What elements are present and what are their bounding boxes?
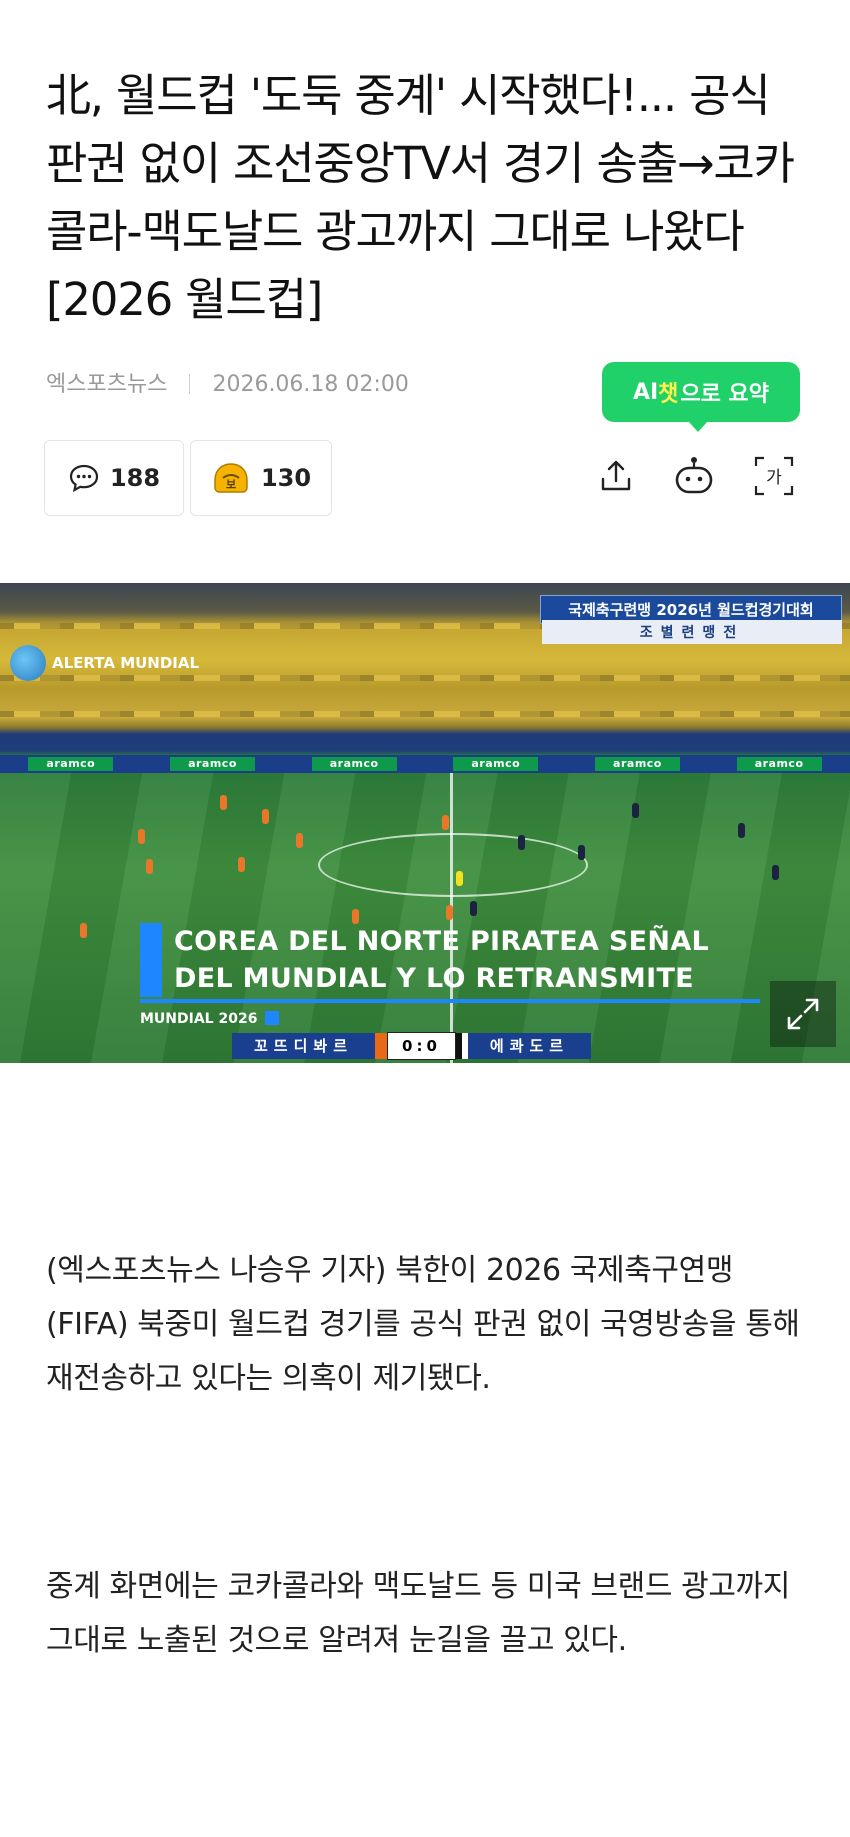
scoreboard: 꼬뜨디봐르 0:0 에콰도르 [232,1032,592,1060]
article-meta: 엑스포츠뉴스 2026.06.18 02:00 [46,366,409,398]
reaction-face-char: 보 [226,478,236,491]
font-size-icon: 가 [754,456,794,496]
share-button[interactable] [586,446,646,506]
article-paragraph: 중계 화면에는 코카콜라와 맥도날드 등 미국 브랜드 광고까지 그대로 노출된… [46,1569,790,1658]
home-flag-icon [375,1033,388,1059]
player [632,803,639,818]
channel-logo-text: ALERTA MUNDIAL [52,654,200,672]
pitch-stripes [0,773,850,1063]
ad-text: aramco [453,757,539,771]
player [738,823,745,838]
player [146,859,153,874]
player [138,829,145,844]
player [470,901,477,916]
player [352,909,359,924]
article-headline: 北, 월드컵 '도둑 중계' 시작했다!... 공식 판권 없이 조선중앙TV서… [46,69,795,326]
player [238,857,245,872]
player [518,835,525,850]
mundial-label-text: MUNDIAL 2026 [140,1011,258,1027]
expand-photo-button[interactable] [770,981,836,1047]
comments-button[interactable]: 188 [44,440,184,516]
expand-icon [787,998,819,1030]
comments-count: 188 [109,464,161,492]
ad-text: aramco [311,757,397,771]
reactions-button[interactable]: 보 130 [190,440,332,516]
share-icon [601,460,631,491]
mundial-square-icon [265,1011,280,1025]
score: 0:0 [387,1032,456,1060]
reaction-face-icon: 보 [214,463,248,493]
broadcast-caption: COREA DEL NORTE PIRATEA SEÑAL DEL MUNDIA… [140,923,794,997]
ad-board: aramco aramco aramco aramco aramco aramc… [0,755,850,773]
mundial-label: MUNDIAL 2026 [140,1011,280,1027]
font-size-button[interactable]: 가 [744,446,804,506]
ai-summary-chat: 챗 [658,382,679,407]
player [446,905,453,920]
reactions-count: 130 [260,464,312,492]
ai-bot-icon [675,457,713,494]
article-source[interactable]: 엑스포츠뉴스 [46,372,167,397]
player [772,865,779,880]
player [578,845,585,860]
player [296,833,303,848]
ai-bot-button[interactable] [664,446,724,506]
caption-rule [140,999,760,1003]
article-paragraph: (엑스포츠뉴스 나승우 기자) 북한이 2026 국제축구연맹(FIFA) 북중… [46,1253,800,1396]
player [262,809,269,824]
away-team: 에콰도르 [467,1033,592,1059]
pitch-center-circle [318,833,588,897]
comment-icon [69,464,99,493]
player [442,815,449,830]
stands-row [0,711,850,717]
away-flag-icon [455,1033,468,1059]
ad-text: aramco [595,757,680,771]
broadcast-banner-sub: 조별련맹전 [542,620,842,644]
player [456,871,463,886]
ai-summary-prefix: AI [632,379,659,405]
font-size-char: 가 [766,468,782,488]
article-datetime: 2026.06.18 02:00 [212,372,409,397]
ai-summary-suffix: 으로 요약 [680,382,770,407]
caption-line-2: DEL MUNDIAL Y LO RETRANSMITE [174,963,694,994]
alerta-logo-icon [10,645,46,681]
article-photo[interactable]: 국제축구련맹 2026년 월드컵경기대회 조별련맹전 ALERTA MUNDIA… [0,583,850,1063]
player [80,923,87,938]
meta-divider [189,374,191,394]
home-team: 꼬뜨디봐르 [232,1033,376,1059]
ai-summary-button[interactable]: AI 챗 으로 요약 [602,362,800,432]
player [220,795,227,810]
channel-logo: ALERTA MUNDIAL [10,645,199,681]
caption-line-1: COREA DEL NORTE PIRATEA SEÑAL [174,926,710,957]
ad-text: aramco [28,757,114,771]
ad-text: aramco [736,757,822,771]
ad-text: aramco [170,757,255,771]
